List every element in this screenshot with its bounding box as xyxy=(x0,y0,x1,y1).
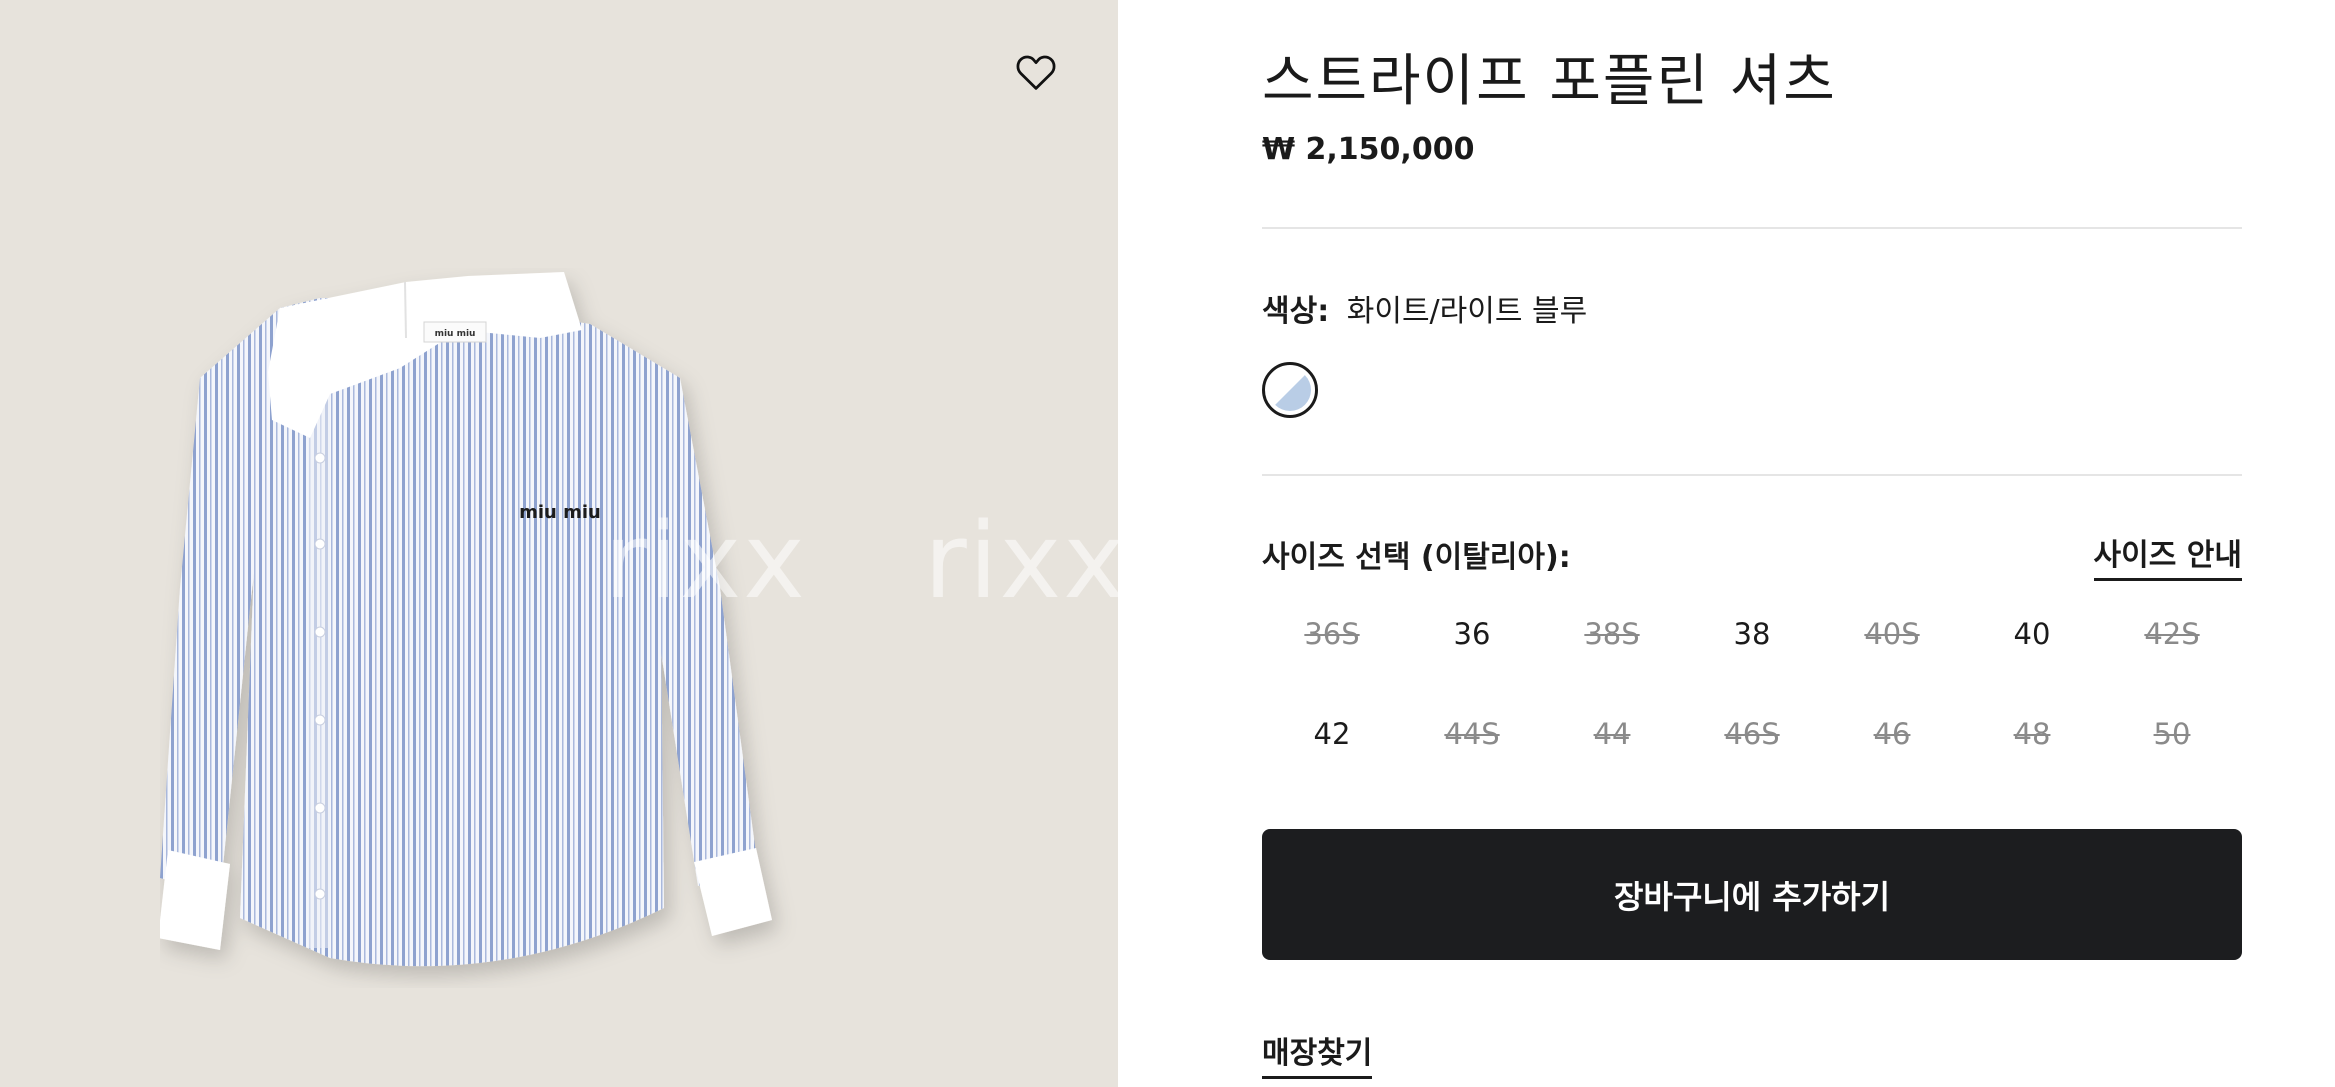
divider xyxy=(1262,227,2242,229)
size-option[interactable]: 44S xyxy=(1402,706,1542,762)
svg-text:miu miu: miu miu xyxy=(435,329,476,339)
divider xyxy=(1262,474,2242,476)
size-options: 36S 36 38S 38 40S 40 42S 42 44S 44 46S 46 48 50 xyxy=(1262,606,2242,762)
size-option[interactable]: 36S xyxy=(1262,606,1402,662)
product-title: 스트라이프 포플린 셔츠 xyxy=(1262,49,1837,114)
watermark-text: rixx xyxy=(604,500,807,622)
color-label: 색상: xyxy=(1262,294,1330,329)
product-price: ₩ 2,150,000 xyxy=(1262,132,1475,167)
size-option[interactable]: 44 xyxy=(1542,706,1682,762)
size-option[interactable]: 40S xyxy=(1822,606,1962,662)
size-select-title: 사이즈 선택 (이탈리아): xyxy=(1262,540,1571,575)
wishlist-button[interactable] xyxy=(1012,48,1060,96)
size-option[interactable]: 50 xyxy=(2102,706,2242,762)
svg-text:miu miu: miu miu xyxy=(519,502,601,523)
striped-shirt-image: miu miu miu miu xyxy=(160,272,772,967)
size-option[interactable]: 42S xyxy=(2102,606,2242,662)
color-swatch-white-light-blue[interactable] xyxy=(1262,362,1318,418)
size-option[interactable]: 48 xyxy=(1962,706,2102,762)
size-guide-link[interactable]: 사이즈 안내 xyxy=(2093,530,2242,581)
size-option[interactable]: 46S xyxy=(1682,706,1822,762)
product-image-panel: miu miu miu miu rixx rixx xyxy=(0,0,1118,1087)
size-option[interactable]: 38S xyxy=(1542,606,1682,662)
size-option[interactable]: 36 xyxy=(1402,606,1542,662)
color-value: 화이트/라이트 블루 xyxy=(1346,294,1588,329)
size-option[interactable]: 46 xyxy=(1822,706,1962,762)
color-info: 색상: 화이트/라이트 블루 xyxy=(1262,286,1587,330)
color-swatch-fill xyxy=(1269,369,1311,411)
size-option[interactable]: 40 xyxy=(1962,606,2102,662)
heart-outline-icon xyxy=(1016,55,1056,90)
watermark-text: rixx xyxy=(924,500,1118,622)
add-to-cart-button[interactable]: 장바구니에 추가하기 xyxy=(1262,829,2242,960)
product-info-panel: 스트라이프 포플린 셔츠 ₩ 2,150,000 색상: 화이트/라이트 블루 … xyxy=(1262,0,2242,1087)
size-option[interactable]: 42 xyxy=(1262,706,1402,762)
size-option[interactable]: 38 xyxy=(1682,606,1822,662)
find-store-link[interactable]: 매장찾기 xyxy=(1262,1028,1373,1079)
